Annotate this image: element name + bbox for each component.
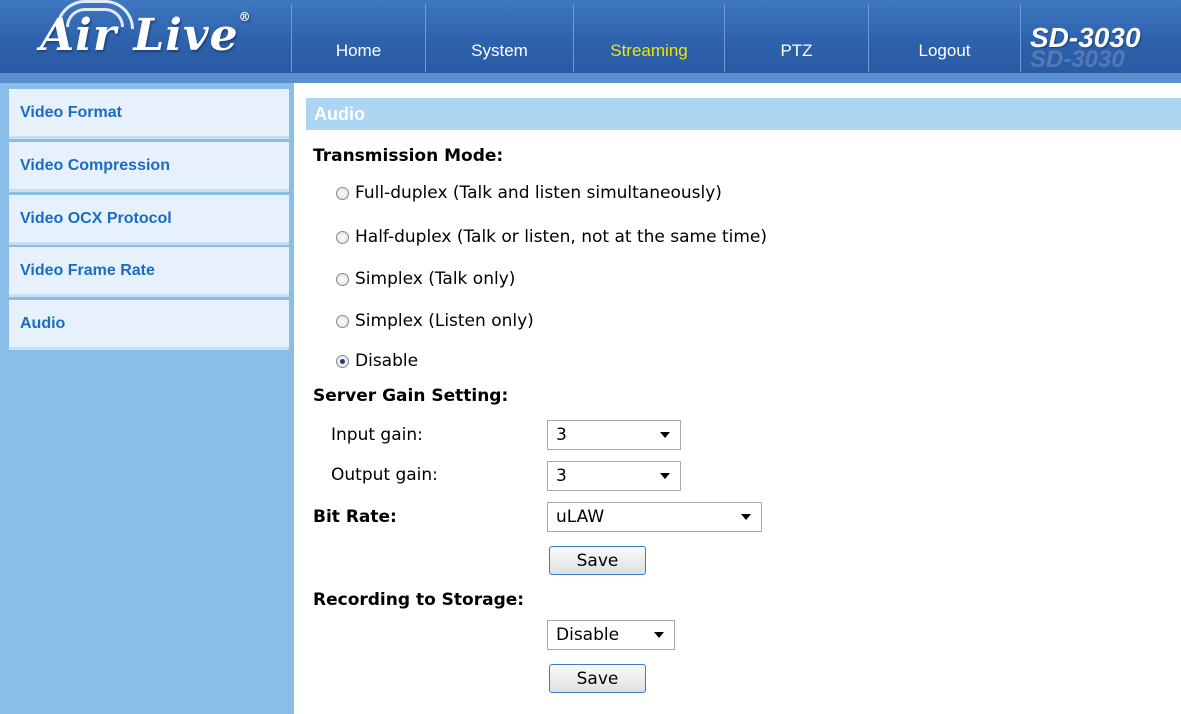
nav-ptz[interactable]: PTZ [725, 36, 868, 66]
sidebar-item-video-ocx-protocol[interactable]: Video OCX Protocol [9, 195, 289, 245]
select-value: uLAW [556, 507, 605, 527]
recording-storage-label: Recording to Storage: [313, 590, 525, 610]
radio-simplex-talk[interactable]: Simplex (Talk only) [336, 267, 515, 291]
nav-logout[interactable]: Logout [869, 36, 1020, 66]
radio-disable[interactable]: Disable [336, 349, 418, 373]
select-value: 3 [556, 466, 567, 486]
header-underline [0, 73, 1181, 83]
section-title: Audio [314, 103, 365, 124]
dropdown-arrow-icon [741, 514, 751, 520]
model-name: SD-3030 [1030, 22, 1141, 53]
bit-rate-select[interactable]: uLAW [547, 502, 762, 532]
radio-half-duplex[interactable]: Half-duplex (Talk or listen, not at the … [336, 225, 767, 249]
radio-button[interactable] [336, 230, 349, 244]
radio-label: Simplex (Talk only) [355, 269, 516, 289]
section-title-bar: Audio [306, 98, 1181, 130]
sidebar-item-audio[interactable]: Audio [9, 300, 289, 350]
output-gain-label: Output gain: [331, 465, 438, 485]
radio-label: Half-duplex (Talk or listen, not at the … [355, 227, 767, 247]
sidebar-item-video-format[interactable]: Video Format [9, 89, 289, 139]
registered-mark: ® [238, 10, 252, 24]
nav-system[interactable]: System [426, 36, 573, 66]
dropdown-arrow-icon [660, 473, 670, 479]
radio-button[interactable] [336, 314, 349, 328]
logo-text: Air Live [40, 10, 239, 61]
airlive-logo: Air Live® [0, 0, 290, 73]
recording-storage-select[interactable]: Disable [547, 620, 675, 650]
save-bitrate-button[interactable]: Save [549, 546, 646, 575]
dropdown-arrow-icon [660, 432, 670, 438]
input-gain-select[interactable]: 3 [547, 420, 681, 450]
sidebar-item-video-compression[interactable]: Video Compression [9, 142, 289, 192]
radio-label: Disable [355, 351, 419, 371]
dropdown-arrow-icon [654, 632, 664, 638]
nav-divider [1020, 4, 1021, 72]
select-value: 3 [556, 425, 567, 445]
radio-label: Simplex (Listen only) [355, 311, 534, 331]
sidebar: Video Format Video Compression Video OCX… [0, 83, 294, 714]
select-value: Disable [556, 625, 620, 645]
input-gain-label: Input gain: [331, 425, 423, 445]
radio-button[interactable] [336, 186, 349, 200]
save-recording-button[interactable]: Save [549, 664, 646, 693]
top-header: Air Live® Home System Streaming PTZ Logo… [0, 0, 1181, 73]
server-gain-label: Server Gain Setting: [313, 386, 509, 406]
radio-button-selected[interactable] [336, 354, 349, 368]
transmission-mode-label: Transmission Mode: [313, 146, 504, 166]
radio-button[interactable] [336, 272, 349, 286]
nav-streaming[interactable]: Streaming [574, 36, 724, 66]
bit-rate-label: Bit Rate: [313, 507, 397, 527]
radio-full-duplex[interactable]: Full-duplex (Talk and listen simultaneou… [336, 181, 722, 205]
nav-home[interactable]: Home [292, 36, 425, 66]
radio-simplex-listen[interactable]: Simplex (Listen only) [336, 309, 534, 333]
radio-label: Full-duplex (Talk and listen simultaneou… [355, 183, 722, 203]
output-gain-select[interactable]: 3 [547, 461, 681, 491]
sidebar-item-video-frame-rate[interactable]: Video Frame Rate [9, 247, 289, 297]
